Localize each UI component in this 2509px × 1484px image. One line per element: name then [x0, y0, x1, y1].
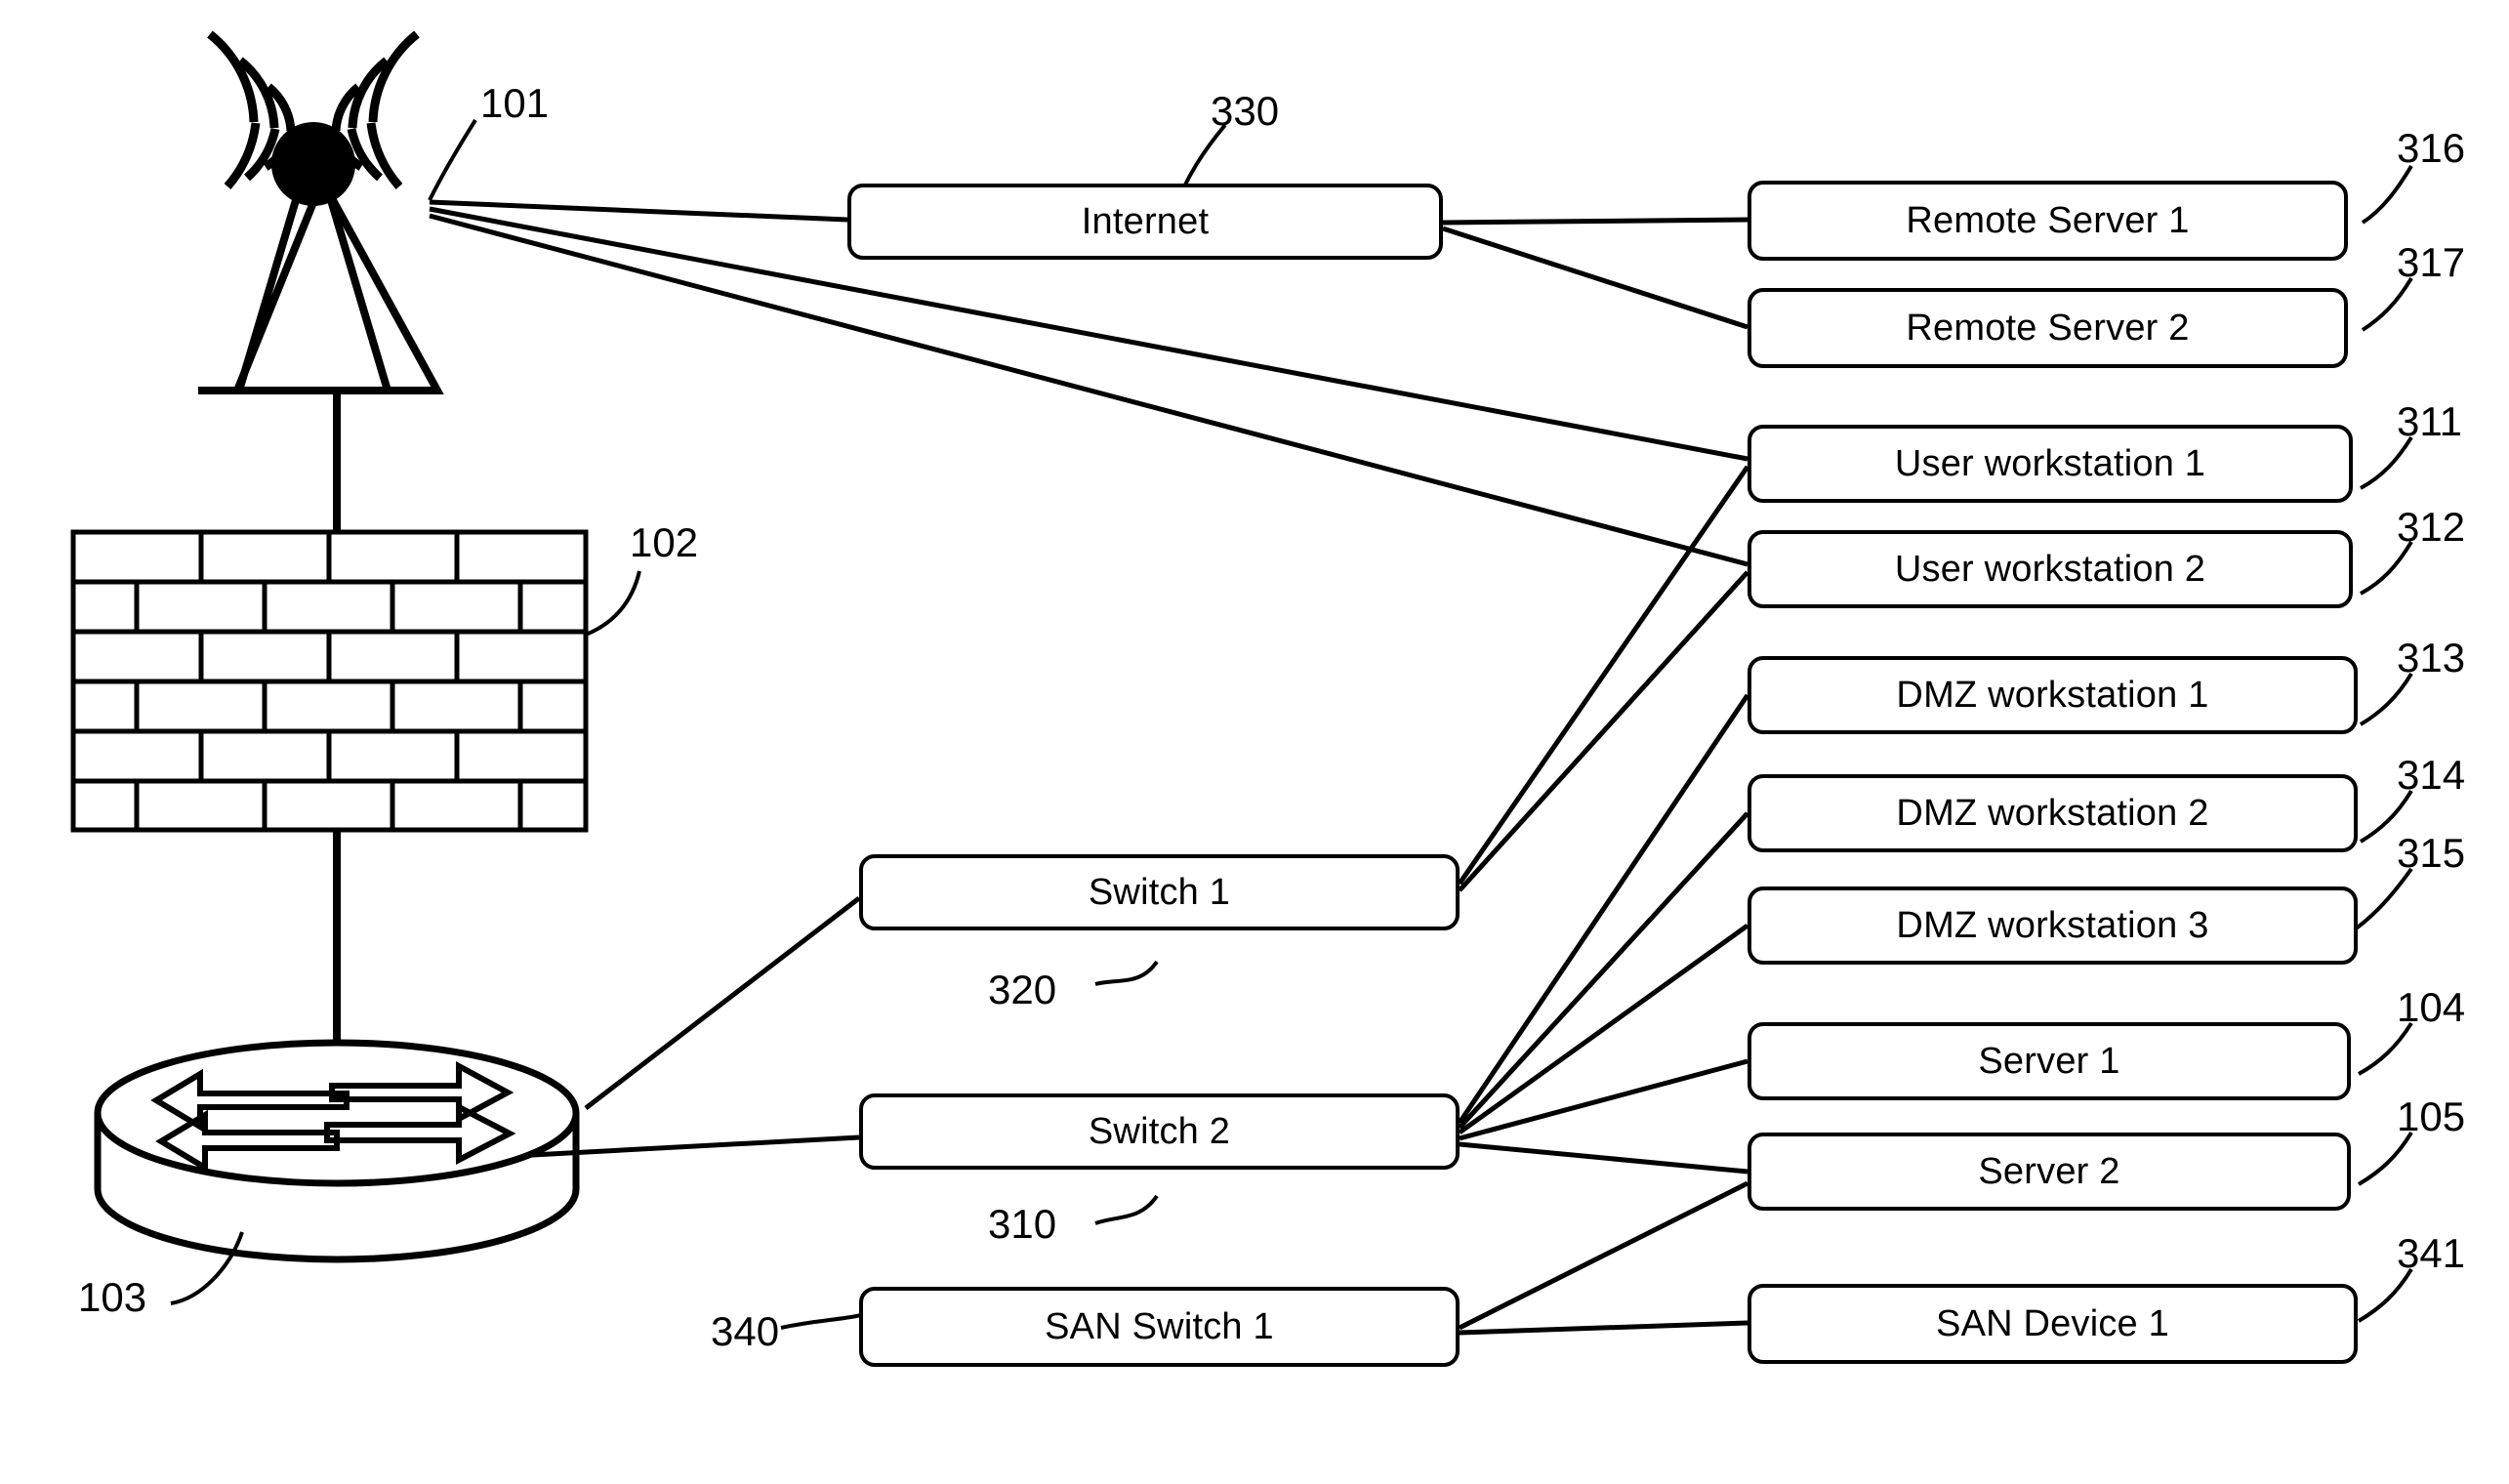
leader-315	[2353, 867, 2413, 931]
ref-label-316: 316	[2397, 125, 2466, 171]
node-internet-label: Internet	[1081, 200, 1210, 242]
node-switch-1[interactable]: Switch 1	[859, 854, 1460, 930]
ref-label-101: 101	[480, 80, 550, 126]
node-server-1[interactable]: Server 1	[1748, 1022, 2351, 1100]
link-switch2-dmz2	[1458, 811, 1749, 1130]
node-san-switch-1[interactable]: SAN Switch 1	[859, 1287, 1460, 1367]
firewall-brick-wall-icon	[70, 529, 589, 833]
node-remote-server-1-label: Remote Server 1	[1906, 199, 2190, 241]
node-user-workstation-2[interactable]: User workstation 2	[1748, 530, 2353, 608]
node-user-workstation-2-label: User workstation 2	[1894, 548, 2206, 590]
ref-label-102: 102	[630, 519, 699, 565]
node-remote-server-2-label: Remote Server 2	[1906, 307, 2190, 349]
node-user-workstation-1[interactable]: User workstation 1	[1748, 425, 2353, 503]
link-sanswitch-sandevice	[1459, 1320, 1748, 1336]
node-remote-server-1[interactable]: Remote Server 1	[1748, 181, 2348, 261]
node-switch-1-label: Switch 1	[1088, 871, 1231, 913]
node-server-2[interactable]: Server 2	[1748, 1133, 2351, 1211]
node-internet[interactable]: Internet	[847, 184, 1443, 260]
link-internet-rs1	[1442, 217, 1748, 226]
leader-310	[1094, 1194, 1159, 1225]
link-internet-rs2	[1442, 226, 1748, 330]
node-dmz-workstation-1-label: DMZ workstation 1	[1896, 674, 2209, 716]
link-sanswitch-server2	[1458, 1180, 1749, 1331]
router-icon	[94, 1039, 580, 1263]
leader-320	[1094, 960, 1159, 986]
ref-label-105: 105	[2397, 1093, 2466, 1139]
ref-label-104: 104	[2397, 984, 2466, 1030]
ref-label-320: 320	[988, 967, 1057, 1012]
ref-label-313: 313	[2397, 635, 2466, 680]
node-san-device-1[interactable]: SAN Device 1	[1748, 1284, 2358, 1364]
node-server-2-label: Server 2	[1978, 1150, 2120, 1192]
leader-316	[2361, 164, 2413, 225]
ref-label-312: 312	[2397, 504, 2466, 550]
wireless-antenna-icon	[198, 30, 437, 394]
ref-label-314: 314	[2397, 752, 2466, 798]
node-san-switch-1-label: SAN Switch 1	[1045, 1305, 1274, 1347]
link-router-switch2	[531, 1134, 860, 1158]
ref-label-103: 103	[78, 1274, 147, 1320]
ref-label-315: 315	[2397, 830, 2466, 876]
node-dmz-workstation-1[interactable]: DMZ workstation 1	[1748, 656, 2358, 734]
ref-label-341: 341	[2397, 1230, 2466, 1276]
ref-label-317: 317	[2397, 239, 2466, 285]
link-switch2-dmz1	[1457, 693, 1750, 1125]
node-dmz-workstation-3-label: DMZ workstation 3	[1896, 904, 2209, 946]
ref-label-340: 340	[711, 1308, 780, 1354]
node-dmz-workstation-2[interactable]: DMZ workstation 2	[1748, 774, 2358, 852]
node-san-device-1-label: SAN Device 1	[1936, 1302, 2169, 1344]
node-switch-2[interactable]: Switch 2	[859, 1093, 1460, 1170]
node-dmz-workstation-2-label: DMZ workstation 2	[1896, 792, 2209, 834]
figure-canvas: Internet Remote Server 1 Remote Server 2…	[0, 0, 2509, 1484]
ref-label-311: 311	[2397, 398, 2462, 444]
link-switch2-server2	[1459, 1141, 1748, 1175]
node-switch-2-label: Switch 2	[1088, 1110, 1231, 1152]
leader-102	[585, 570, 641, 637]
ref-label-330: 330	[1211, 88, 1280, 134]
node-dmz-workstation-3[interactable]: DMZ workstation 3	[1748, 886, 2358, 965]
leader-340	[780, 1311, 870, 1330]
node-user-workstation-1-label: User workstation 1	[1894, 442, 2206, 484]
link-switch1-uws2	[1458, 570, 1749, 892]
node-server-1-label: Server 1	[1978, 1040, 2120, 1082]
leader-101	[428, 118, 477, 201]
link-switch1-uws1	[1457, 465, 1750, 886]
node-remote-server-2[interactable]: Remote Server 2	[1748, 288, 2348, 368]
link-router-switch1	[584, 896, 861, 1110]
ref-label-310: 310	[988, 1201, 1057, 1247]
